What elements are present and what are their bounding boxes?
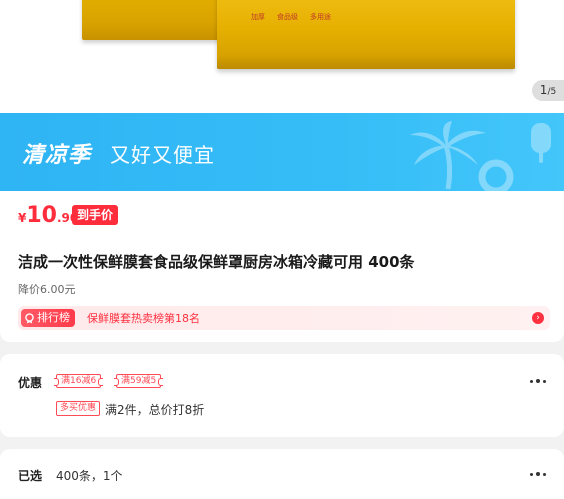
multi-buy-text: 满2件，总价打8折 <box>105 403 205 417</box>
coupon-badge[interactable]: 满59减5 <box>113 374 164 388</box>
chevron-right-icon[interactable]: › <box>532 312 544 324</box>
ranking-badge: 排行榜 <box>21 309 75 327</box>
multi-buy-tag: 多买优惠 <box>56 401 101 416</box>
final-price-badge: 到手价 <box>72 205 119 225</box>
banner-slogan: 又好又便宜 <box>110 143 215 167</box>
price-title-card: ¥10.90 到手价 洁成一次性保鲜膜套食品级保鲜罩厨房冰箱冷藏可用 400条 … <box>0 191 564 342</box>
popsicle-icon <box>531 123 551 163</box>
product-bag-tag: 多用途 <box>310 13 331 21</box>
more-options-icon[interactable] <box>530 378 546 384</box>
more-options-icon[interactable] <box>530 471 546 477</box>
price-integer: 10 <box>26 203 57 228</box>
image-total-count: /5 <box>547 87 557 97</box>
product-bag-feature-tags: 加厚 食品级 多用途 <box>251 12 331 22</box>
price-drop-note: 降价6.00元 <box>18 283 76 296</box>
product-image-bag-front: 加厚 食品级 多用途 200条 <box>217 0 515 69</box>
offers-card[interactable]: 优惠 满16减6 满59减5 多买优惠 满2件，总价打8折 <box>0 354 564 437</box>
product-bag-tag: 食品级 <box>277 13 298 21</box>
promo-banner[interactable]: 清凉季 又好又便宜 <box>0 113 564 191</box>
ranking-bar[interactable]: 排行榜 保鲜膜套热卖榜第18名 › <box>18 306 550 330</box>
product-image-bag-back <box>82 0 222 40</box>
image-page-counter: 1/5 <box>532 80 564 101</box>
offers-label: 优惠 <box>18 376 43 390</box>
product-bag-tag: 加厚 <box>251 13 265 21</box>
selected-value: 400条，1个 <box>56 469 123 483</box>
ranking-badge-label: 排行榜 <box>37 311 70 324</box>
product-image-gallery[interactable]: 加厚 食品级 多用途 200条 1/5 <box>0 0 564 113</box>
final-price: ¥10.90 <box>18 203 78 228</box>
selected-spec-card[interactable]: 已选 400条，1个 <box>0 449 564 499</box>
palm-tree-icon <box>410 121 486 190</box>
selected-label: 已选 <box>18 469 43 483</box>
ranking-text: 保鲜膜套热卖榜第18名 <box>87 312 200 325</box>
medal-icon <box>25 312 34 323</box>
swim-ring-icon <box>478 159 514 191</box>
banner-title: 清凉季 <box>22 143 92 168</box>
product-title: 洁成一次性保鲜膜套食品级保鲜罩厨房冰箱冷藏可用 400条 <box>18 253 415 271</box>
coupon-badge[interactable]: 满16减6 <box>53 374 104 388</box>
